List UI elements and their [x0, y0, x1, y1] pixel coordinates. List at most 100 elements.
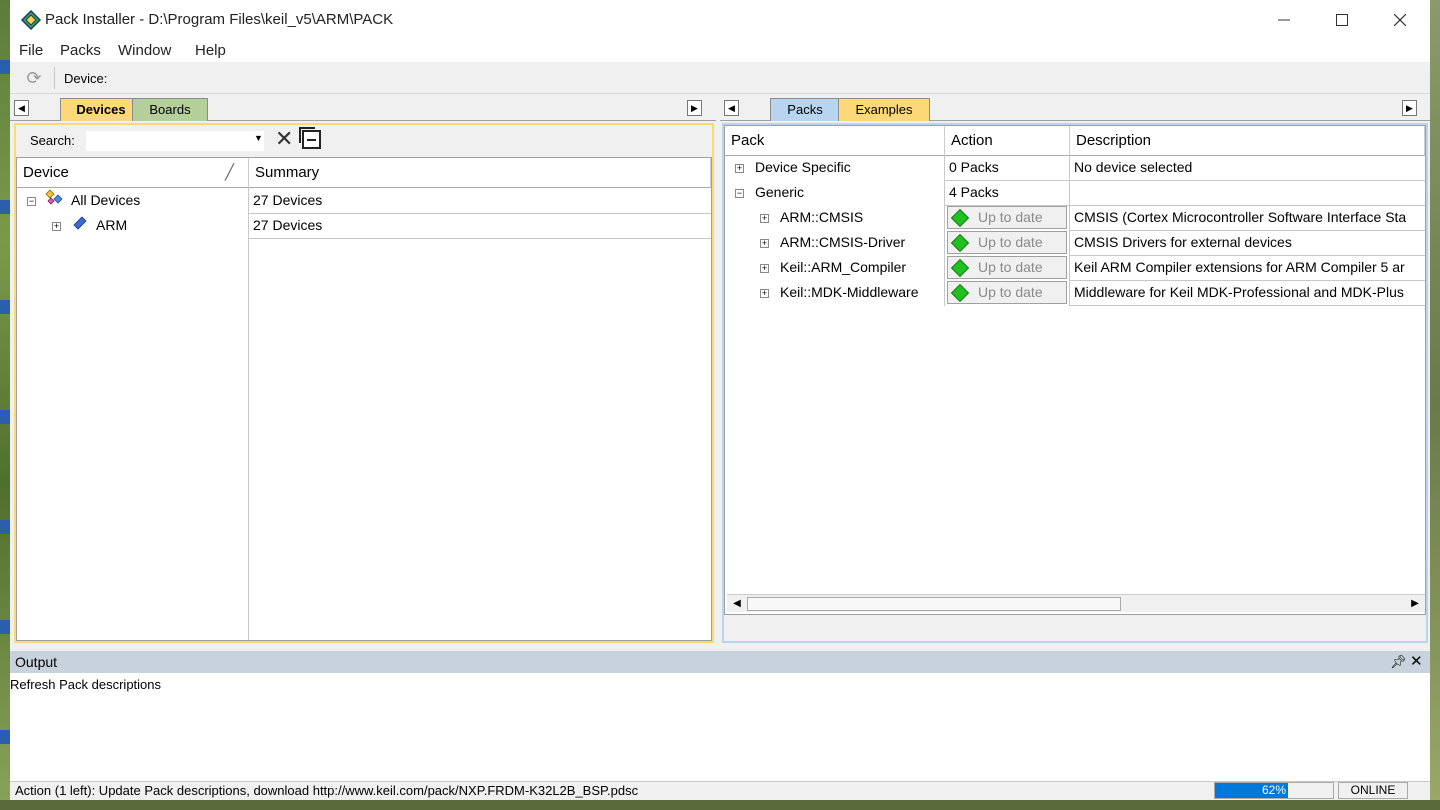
status-text: Action (1 left): Update Pack description… — [15, 783, 639, 798]
row-divider — [249, 238, 711, 239]
packs-panel: Pack Action Description + Device Specifi… — [722, 123, 1428, 643]
column-header-summary[interactable]: Summary — [249, 158, 711, 188]
pack-row-name[interactable]: ARM::CMSIS-Driver — [776, 230, 943, 255]
up-to-date-button[interactable]: Up to date — [947, 206, 1067, 229]
right-tab-strip: ◀ Packs Examples ▶ — [720, 95, 1430, 121]
pack-row-description — [1070, 180, 1425, 205]
toolbar: ⟳ Device: — [10, 62, 1430, 94]
minimize-button[interactable] — [1255, 0, 1313, 40]
tree-row-label[interactable]: All Devices — [67, 188, 247, 213]
up-to-date-label: Up to date — [978, 284, 1043, 300]
output-panel: Output 📌︎ ✕ Refresh Pack descriptions — [10, 651, 1430, 781]
collapse-toggle-icon[interactable]: − — [27, 197, 36, 206]
row-divider — [1070, 305, 1425, 306]
pack-row-name[interactable]: Keil::ARM_Compiler — [776, 255, 943, 280]
tab-boards[interactable]: Boards — [132, 98, 208, 121]
scroll-right-icon[interactable]: ▶ — [1407, 596, 1423, 612]
up-to-date-icon — [950, 233, 970, 253]
search-input[interactable] — [86, 131, 264, 151]
collapse-toggle-icon[interactable]: − — [735, 189, 744, 198]
tab-scroll-left-icon[interactable]: ◀ — [14, 100, 29, 116]
pack-row-action: 4 Packs — [949, 184, 999, 200]
pack-row-description: No device selected — [1074, 159, 1193, 175]
tree-row-label[interactable]: ARM — [92, 213, 247, 238]
output-title: Output — [15, 654, 58, 670]
column-header-pack[interactable]: Pack — [725, 126, 945, 156]
expand-toggle-icon[interactable]: + — [760, 239, 769, 248]
output-header: Output 📌︎ ✕ — [10, 651, 1430, 673]
tab-packs[interactable]: Packs — [770, 98, 840, 121]
tab-devices[interactable]: Devices — [60, 98, 142, 121]
tab-scroll-left-icon[interactable]: ◀ — [724, 100, 739, 116]
menu-file[interactable]: File — [19, 42, 43, 59]
collapse-all-icon[interactable] — [299, 127, 321, 149]
device-label: Device: — [64, 71, 108, 86]
tab-scroll-right-icon[interactable]: ▶ — [687, 100, 702, 116]
pack-installer-window: Pack Installer - D:\Program Files\keil_v… — [10, 0, 1430, 800]
desktop-bottom-edge — [0, 800, 1440, 810]
expand-toggle-icon[interactable]: + — [760, 214, 769, 223]
devices-panel: Search: ▼ ✕ Device ╱ Summary − All Devic… — [14, 123, 714, 643]
sort-icon: ╱ — [225, 164, 235, 181]
devices-pane: ◀ Devices Boards ▶ Search: ▼ ✕ Device ╱ … — [10, 95, 716, 645]
pack-row-description: CMSIS Drivers for external devices — [1074, 234, 1292, 250]
maximize-icon — [1336, 14, 1348, 26]
up-to-date-icon — [950, 258, 970, 278]
pin-icon[interactable]: 📌︎ — [1390, 651, 1407, 673]
up-to-date-icon — [950, 208, 970, 228]
window-title: Pack Installer - D:\Program Files\keil_v… — [45, 11, 394, 28]
maximize-button[interactable] — [1313, 0, 1371, 40]
online-status: ONLINE — [1338, 782, 1408, 799]
search-label: Search: — [30, 133, 75, 148]
pack-row-description: CMSIS (Cortex Microcontroller Software I… — [1074, 209, 1407, 225]
title-bar: Pack Installer - D:\Program Files\keil_v… — [10, 0, 1430, 40]
arm-device-icon — [73, 216, 87, 230]
pack-installer-icon — [20, 9, 42, 31]
menu-help[interactable]: Help — [195, 42, 226, 59]
menu-bar: File Packs Window Help — [10, 40, 1430, 62]
pack-row-description: Middleware for Keil MDK-Professional and… — [1074, 284, 1404, 300]
scroll-left-icon[interactable]: ◀ — [729, 596, 745, 612]
download-progress: 62% — [1214, 782, 1334, 799]
refresh-icon[interactable]: ⟳ — [24, 68, 44, 88]
pack-row-name[interactable]: Generic — [751, 180, 943, 205]
tree-row-summary: 27 Devices — [253, 192, 323, 208]
all-devices-icon — [45, 189, 63, 205]
clear-search-icon[interactable]: ✕ — [275, 127, 293, 151]
up-to-date-button[interactable]: Up to date — [947, 231, 1067, 254]
close-button[interactable] — [1371, 0, 1429, 40]
search-row: Search: ▼ ✕ — [16, 125, 712, 155]
pack-row-action: 0 Packs — [949, 159, 999, 175]
scrollbar-thumb[interactable] — [747, 597, 1121, 611]
tab-scroll-right-icon[interactable]: ▶ — [1402, 100, 1417, 116]
status-bar: Action (1 left): Update Pack description… — [10, 781, 1430, 800]
tree-row-summary: 27 Devices — [253, 217, 323, 233]
search-dropdown-icon[interactable]: ▼ — [254, 133, 263, 143]
column-divider — [248, 188, 249, 640]
column-header-device-label: Device — [23, 164, 69, 181]
desktop-left-edge — [0, 0, 10, 810]
progress-label: 62% — [1261, 783, 1287, 797]
expand-toggle-icon[interactable]: + — [760, 264, 769, 273]
close-output-icon[interactable]: ✕ — [1410, 651, 1423, 673]
up-to-date-button[interactable]: Up to date — [947, 256, 1067, 279]
column-header-action[interactable]: Action — [945, 126, 1070, 156]
up-to-date-button[interactable]: Up to date — [947, 281, 1067, 304]
toolbar-separator — [54, 67, 55, 89]
expand-toggle-icon[interactable]: + — [760, 289, 769, 298]
up-to-date-label: Up to date — [978, 209, 1043, 225]
tab-examples[interactable]: Examples — [838, 98, 930, 121]
desktop-right-edge — [1430, 0, 1440, 810]
expand-toggle-icon[interactable]: + — [735, 164, 744, 173]
packs-pane: ◀ Packs Examples ▶ Pack Action Descripti… — [720, 95, 1430, 645]
up-to-date-label: Up to date — [978, 234, 1043, 250]
horizontal-scrollbar[interactable]: ◀ ▶ — [727, 594, 1425, 612]
column-header-description[interactable]: Description — [1070, 126, 1425, 156]
pack-row-name[interactable]: Keil::MDK-Middleware — [776, 280, 943, 305]
pack-row-name[interactable]: ARM::CMSIS — [776, 205, 943, 230]
expand-toggle-icon[interactable]: + — [52, 222, 61, 231]
pack-row-name[interactable]: Device Specific — [751, 155, 943, 180]
column-header-device[interactable]: Device ╱ — [17, 158, 249, 188]
menu-window[interactable]: Window — [118, 42, 171, 59]
menu-packs[interactable]: Packs — [60, 42, 101, 59]
